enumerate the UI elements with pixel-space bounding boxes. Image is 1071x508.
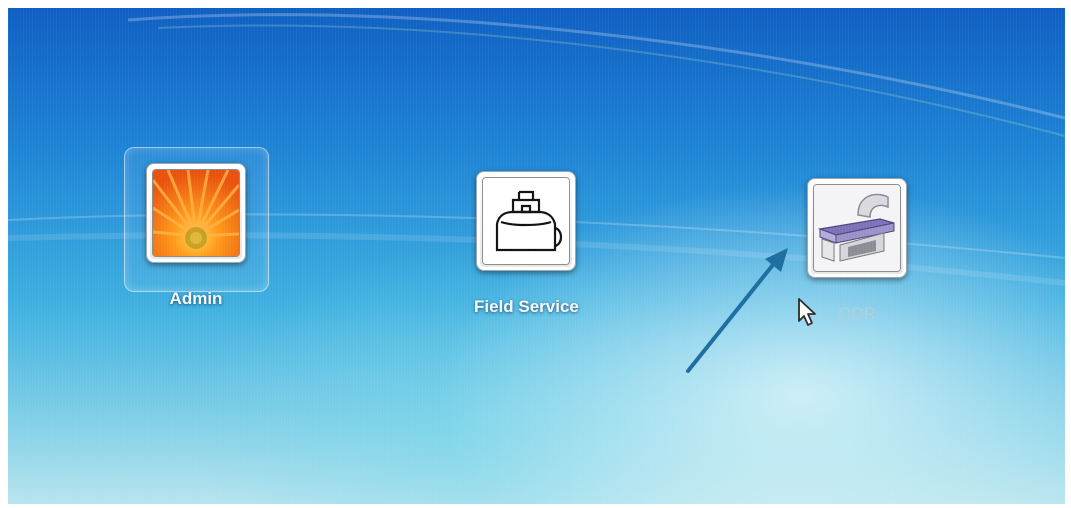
annotation-arrow-icon bbox=[686, 248, 788, 373]
